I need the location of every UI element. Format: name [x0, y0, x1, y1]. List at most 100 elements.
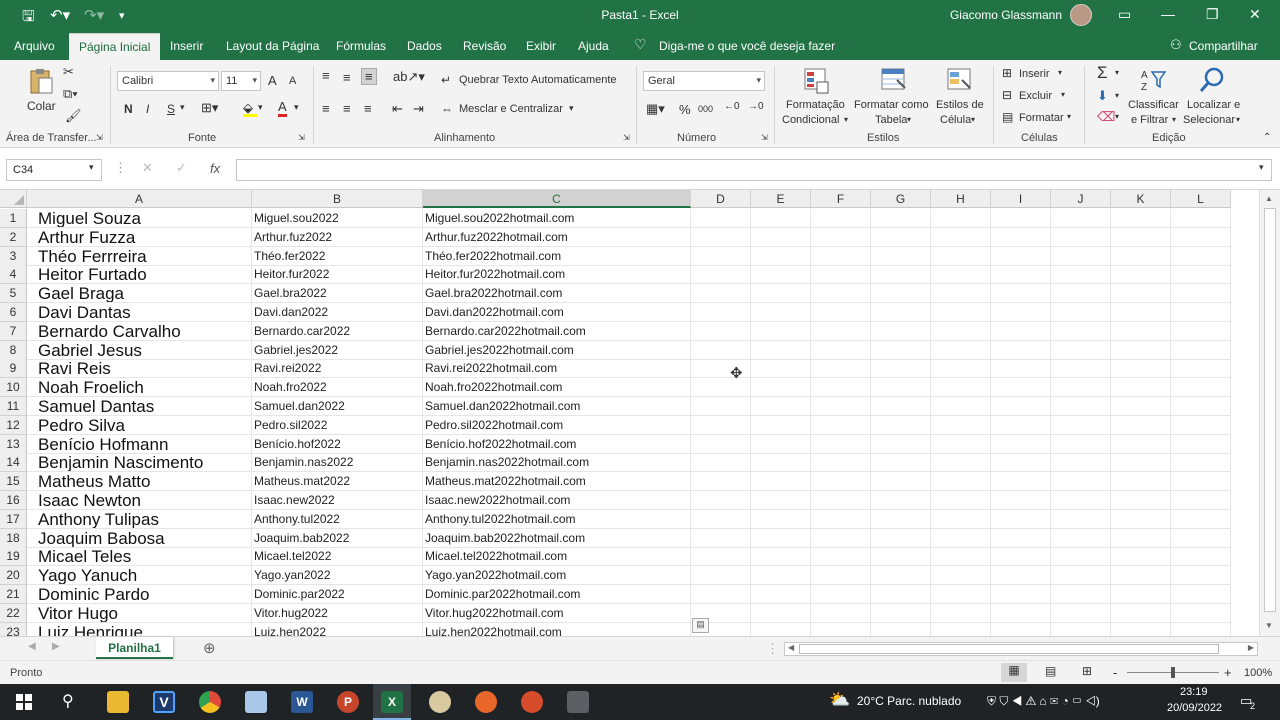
cell-i19[interactable] — [991, 547, 1051, 567]
spreadsheet-grid[interactable]: A B C D E F G H I J K L 1 Miguel Souza Miguel.sou2022 M… — [0, 190, 1259, 636]
cell-e20[interactable] — [751, 566, 811, 586]
cell-h9[interactable] — [931, 359, 991, 379]
increase-decimal-icon[interactable]: ←0 — [724, 101, 740, 112]
enter-icon[interactable]: ✓ — [176, 160, 187, 176]
row-header[interactable]: 2 — [0, 227, 27, 247]
cell-l19[interactable] — [1171, 547, 1231, 567]
cell-g23[interactable] — [871, 622, 931, 636]
font-name-select[interactable]: Calibri — [117, 71, 219, 91]
cell-l8[interactable] — [1171, 340, 1231, 360]
cell-h16[interactable] — [931, 491, 991, 510]
cell-j6[interactable] — [1051, 303, 1111, 322]
cell-l12[interactable] — [1171, 415, 1231, 435]
cell-l22[interactable] — [1171, 603, 1231, 623]
cell-j5[interactable] — [1051, 284, 1111, 304]
cell-i15[interactable] — [991, 472, 1051, 492]
maximize-icon[interactable]: ❐ — [1206, 6, 1219, 23]
cell-i17[interactable] — [991, 509, 1051, 529]
cell-g10[interactable] — [871, 378, 931, 398]
cell-b16[interactable]: Isaac.new2022 — [252, 491, 423, 510]
orientation-icon[interactable]: ab↗▾ — [393, 69, 425, 85]
cell-d1[interactable] — [691, 209, 751, 228]
find-select-label-2[interactable]: Selecionar — [1183, 114, 1235, 126]
cell-d11[interactable] — [691, 397, 751, 416]
cell-g2[interactable] — [871, 227, 931, 247]
paste-options-icon[interactable]: ▤ — [692, 618, 709, 633]
cell-b17[interactable]: Anthony.tul2022 — [252, 509, 423, 529]
cell-d14[interactable] — [691, 453, 751, 473]
cell-k8[interactable] — [1111, 340, 1171, 360]
scroll-right-icon[interactable]: ▶ — [1248, 643, 1254, 652]
cell-k2[interactable] — [1111, 227, 1171, 247]
row-header[interactable]: 10 — [0, 378, 27, 398]
zoom-out-button[interactable]: - — [1113, 665, 1117, 680]
grow-font-button[interactable]: A — [268, 73, 277, 88]
cell-e5[interactable] — [751, 284, 811, 304]
avatar[interactable] — [1070, 4, 1092, 26]
align-middle-icon[interactable]: ≡ — [343, 70, 351, 85]
page-break-view-icon[interactable]: ⊞ — [1082, 664, 1092, 678]
cell-k11[interactable] — [1111, 397, 1171, 416]
row-header[interactable]: 19 — [0, 547, 27, 567]
excel-icon[interactable]: X — [381, 691, 403, 713]
cell-k3[interactable] — [1111, 246, 1171, 266]
cell-g4[interactable] — [871, 265, 931, 285]
row-header[interactable]: 15 — [0, 472, 27, 492]
delete-cells-icon[interactable]: ⊟ — [1002, 88, 1012, 102]
cell-j13[interactable] — [1051, 434, 1111, 454]
tab-insert[interactable]: Inserir — [170, 39, 203, 53]
cell-d18[interactable] — [691, 528, 751, 548]
cell-k21[interactable] — [1111, 585, 1171, 604]
cell-a17[interactable]: Anthony Tulipas — [27, 509, 252, 529]
cell-l16[interactable] — [1171, 491, 1231, 510]
cell-l1[interactable] — [1171, 209, 1231, 228]
name-box[interactable]: C34 — [6, 159, 102, 181]
cell-k4[interactable] — [1111, 265, 1171, 285]
clock-date[interactable]: 20/09/2022 — [1167, 702, 1222, 714]
cell-h15[interactable] — [931, 472, 991, 492]
cell-d4[interactable] — [691, 265, 751, 285]
cell-f1[interactable] — [811, 209, 871, 228]
cell-i9[interactable] — [991, 359, 1051, 379]
clock-time[interactable]: 23:19 — [1180, 686, 1208, 698]
find-select-label-1[interactable]: Localizar e — [1187, 99, 1240, 111]
cell-a3[interactable]: Théo Ferrreira — [27, 246, 252, 266]
cell-a23[interactable]: Luiz Henrique — [27, 622, 252, 636]
cell-k20[interactable] — [1111, 566, 1171, 586]
page-layout-view-icon[interactable]: ▤ — [1045, 664, 1056, 678]
column-header-i[interactable]: I — [991, 190, 1051, 208]
fill-dropdown-icon-2[interactable]: ▾ — [1115, 91, 1119, 100]
cell-l21[interactable] — [1171, 585, 1231, 604]
sort-filter-label-2[interactable]: e Filtrar — [1131, 114, 1168, 126]
cell-e14[interactable] — [751, 453, 811, 473]
cell-e13[interactable] — [751, 434, 811, 454]
cell-k1[interactable] — [1111, 209, 1171, 228]
conditional-formatting-icon[interactable] — [802, 66, 830, 94]
cell-c11[interactable]: Samuel.dan2022hotmail.com — [423, 397, 691, 416]
cell-a1[interactable]: Miguel Souza — [27, 209, 252, 228]
cell-h14[interactable] — [931, 453, 991, 473]
row-header[interactable]: 4 — [0, 265, 27, 285]
conditional-formatting-label-2[interactable]: Condicional — [782, 114, 839, 126]
tab-view[interactable]: Exibir — [526, 39, 556, 53]
cell-h5[interactable] — [931, 284, 991, 304]
cell-f20[interactable] — [811, 566, 871, 586]
visualg-icon[interactable]: V — [153, 691, 175, 713]
cell-h1[interactable] — [931, 209, 991, 228]
alignment-launcher-icon[interactable]: ⇲ — [623, 133, 630, 142]
cell-k6[interactable] — [1111, 303, 1171, 322]
user-name[interactable]: Giacomo Glassmann — [950, 8, 1062, 22]
thousands-button[interactable]: 000 — [698, 104, 713, 114]
tab-file[interactable]: Arquivo — [14, 39, 55, 53]
percent-button[interactable]: % — [679, 102, 691, 117]
cell-j3[interactable] — [1051, 246, 1111, 266]
cell-d8[interactable] — [691, 340, 751, 360]
cell-l5[interactable] — [1171, 284, 1231, 304]
cell-j1[interactable] — [1051, 209, 1111, 228]
column-header-f[interactable]: F — [811, 190, 871, 208]
cell-a4[interactable]: Heitor Furtado — [27, 265, 252, 285]
cell-e10[interactable] — [751, 378, 811, 398]
cell-f7[interactable] — [811, 321, 871, 341]
cell-a18[interactable]: Joaquim Babosa — [27, 528, 252, 548]
cell-g12[interactable] — [871, 415, 931, 435]
